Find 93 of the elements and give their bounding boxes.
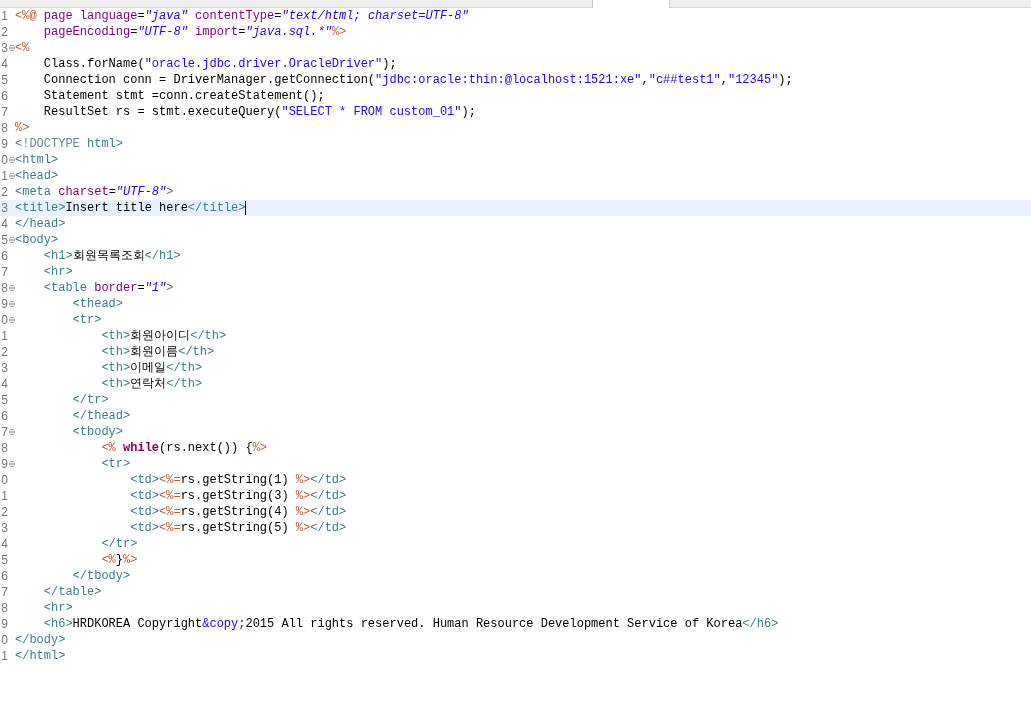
line-number: 7: [0, 265, 8, 279]
code-line: Class.forName("oracle.jdbc.driver.OracleDriver");: [42, 56, 397, 72]
line-number: 9: [0, 297, 8, 311]
collapse-icon[interactable]: [8, 317, 15, 323]
code-line: ResultSet rs = stmt.executeQuery("SELECT * FROM custom_01");: [42, 104, 476, 120]
line-number: 9: [0, 137, 8, 151]
code-line: </tr>: [71, 392, 109, 408]
line-number: 1: [0, 9, 8, 23]
code-line: <td><%=rs.getString(5) %></td>: [129, 520, 347, 536]
code-line: </table>: [42, 584, 102, 600]
line-number: 2: [0, 25, 8, 39]
code-line: <th>회원이름</th>: [100, 344, 215, 360]
code-line: <thead>: [71, 296, 124, 312]
line-number: 6: [0, 569, 8, 583]
code-line: <tr>: [100, 456, 131, 472]
collapse-icon[interactable]: [8, 173, 15, 179]
line-number: 6: [0, 409, 8, 423]
line-number: 7: [0, 585, 8, 599]
line-number: 7: [0, 105, 8, 119]
line-number: 3: [0, 521, 8, 535]
code-line: <th>회원아이디</th>: [100, 328, 227, 344]
code-line: <h6>HRDKOREA Copyright&copy;2015 All rights reserved. Human Resource Development Service of Korea</h6>: [42, 616, 779, 632]
code-line: Connection conn = DriverManager.getConnection("jdbc:oracle:thin:@localhost:1521:xe","c##test1","12345");: [42, 72, 793, 88]
line-number: 5: [0, 73, 8, 87]
code-line: <body>: [15, 232, 59, 248]
code-line: </tr>: [100, 536, 138, 552]
line-number: 6: [0, 89, 8, 103]
line-number: 4: [0, 57, 8, 71]
code-line: <th>이메일</th>: [100, 360, 203, 376]
code-line: <tr>: [71, 312, 102, 328]
line-number: 6: [0, 249, 8, 263]
line-number: 0: [0, 633, 8, 647]
line-number: 5: [0, 553, 8, 567]
collapse-icon[interactable]: [8, 301, 15, 307]
line-number: 1: [0, 649, 8, 663]
code-line: <h1>회원목록조회</h1>: [42, 248, 181, 264]
code-line: </html>: [15, 648, 66, 664]
line-number: 1: [0, 329, 8, 343]
collapse-icon[interactable]: [8, 237, 15, 243]
code-line: pageEncoding="UTF-8" import="java.sql.*"%>: [42, 24, 347, 40]
line-number: 1: [0, 169, 8, 183]
line-number: 8: [0, 281, 8, 295]
collapse-icon[interactable]: [8, 461, 15, 467]
line-number: 0: [0, 473, 8, 487]
line-number: 2: [0, 345, 8, 359]
line-number: 4: [0, 377, 8, 391]
line-number: 2: [0, 505, 8, 519]
code-line: </thead>: [71, 408, 131, 424]
line-number: 9: [0, 457, 8, 471]
code-line: %>: [15, 120, 30, 136]
line-number: 0: [0, 313, 8, 327]
code-line: Statement stmt =conn.createStatement();: [42, 88, 325, 104]
line-number: 5: [0, 233, 8, 247]
code-line: <head>: [15, 168, 59, 184]
line-number: 4: [0, 217, 8, 231]
code-line: <td><%=rs.getString(4) %></td>: [129, 504, 347, 520]
collapse-icon[interactable]: [8, 285, 15, 291]
code-line: <%: [15, 40, 30, 56]
line-number: 3: [0, 41, 8, 55]
code-line: <tbody>: [71, 424, 124, 440]
code-line: <td><%=rs.getString(3) %></td>: [129, 488, 347, 504]
code-line: <meta charset="UTF-8">: [15, 184, 174, 200]
line-number: 3: [0, 201, 8, 215]
code-line: <% while(rs.next()) {%>: [100, 440, 268, 456]
line-number: 7: [0, 425, 8, 439]
collapse-icon[interactable]: [8, 45, 15, 51]
line-number: 4: [0, 537, 8, 551]
collapse-icon[interactable]: [8, 157, 15, 163]
code-line: </tbody>: [71, 568, 131, 584]
line-number: 0: [0, 153, 8, 167]
code-line: <th>연락처</th>: [100, 376, 203, 392]
line-number: 2: [0, 185, 8, 199]
code-line: <!DOCTYPE html>: [15, 136, 124, 152]
line-number: 1: [0, 489, 8, 503]
code-line: <html>: [15, 152, 59, 168]
code-line: <td><%=rs.getString(1) %></td>: [129, 472, 347, 488]
line-number: 3: [0, 361, 8, 375]
collapse-icon[interactable]: [8, 429, 15, 435]
line-number: 8: [0, 121, 8, 135]
code-line: <%@ page language="java" contentType="text/html; charset=UTF-8": [15, 8, 469, 24]
code-line: </head>: [15, 216, 66, 232]
code-line: </body>: [15, 632, 66, 648]
code-line: <hr>: [42, 264, 73, 280]
code-line: <title>Insert title here</title>: [15, 200, 246, 216]
line-number: 8: [0, 441, 8, 455]
line-number: 8: [0, 601, 8, 615]
line-number: 5: [0, 393, 8, 407]
text-cursor: [245, 201, 247, 215]
code-line: <%}%>: [100, 552, 138, 568]
code-line: <table border="1">: [42, 280, 174, 296]
code-line: <hr>: [42, 600, 73, 616]
active-editor-tab[interactable]: [592, 0, 670, 8]
line-number: 9: [0, 617, 8, 631]
